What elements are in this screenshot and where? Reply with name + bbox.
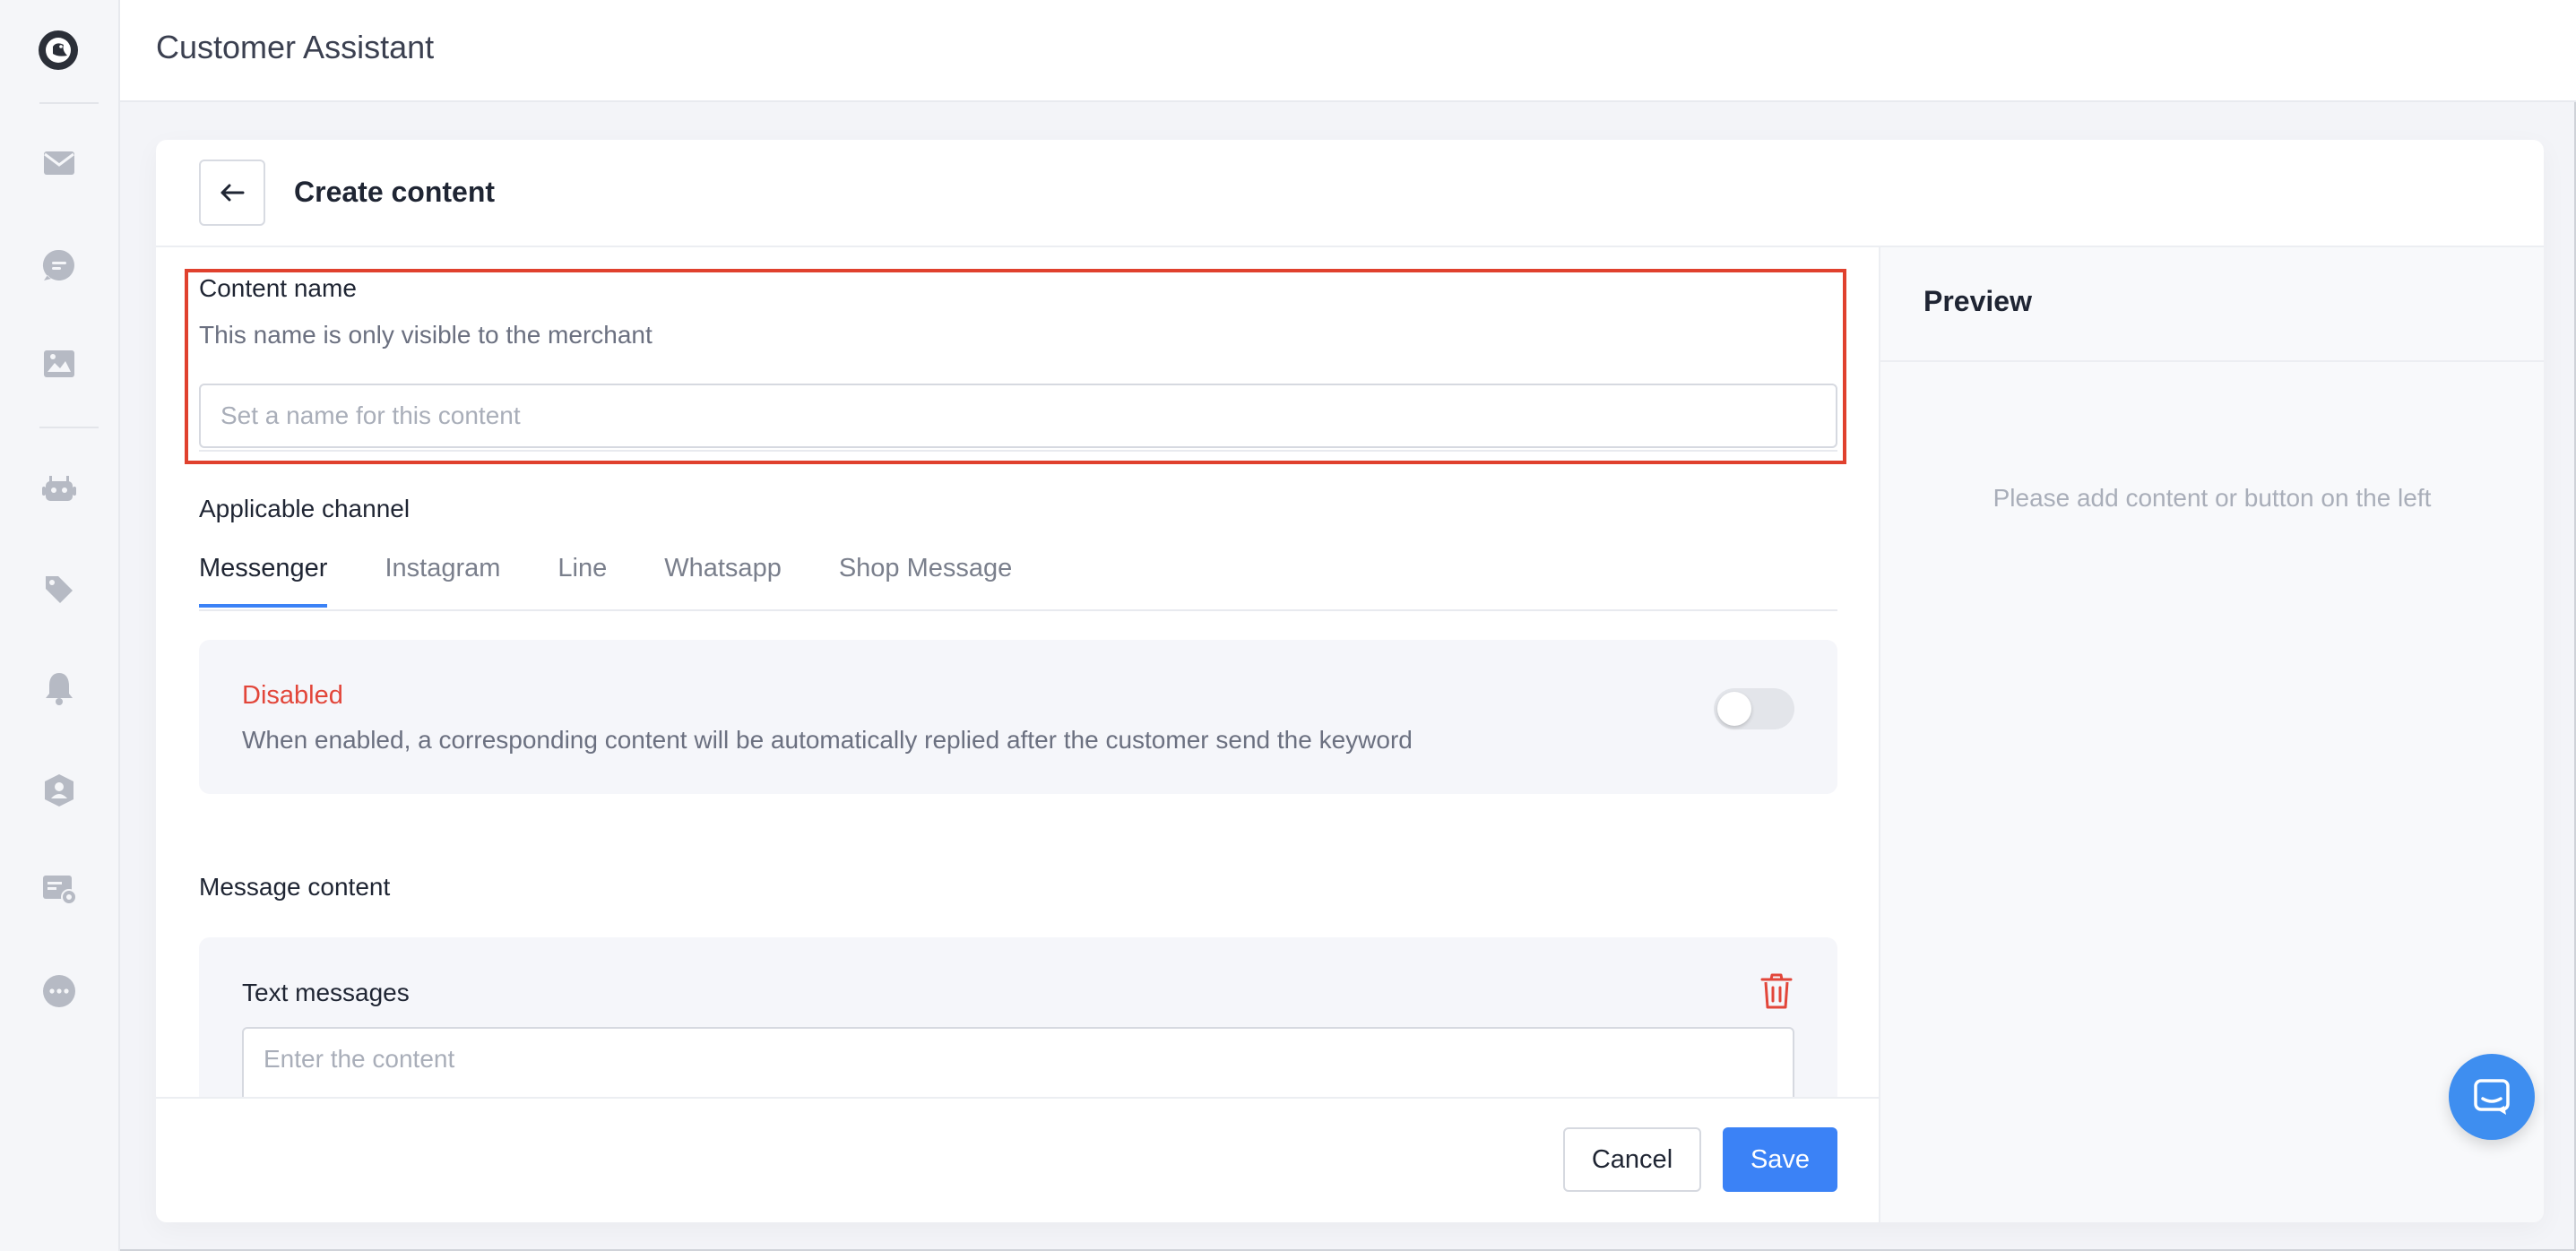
logo-icon[interactable]	[37, 29, 80, 72]
toggle-knob	[1717, 692, 1751, 726]
message-settings-icon[interactable]	[39, 869, 79, 909]
bell-icon[interactable]	[39, 669, 79, 708]
top-bar: Customer Assistant	[120, 0, 2576, 102]
tags-icon[interactable]	[39, 570, 79, 609]
preview-header: Preview	[1880, 247, 2544, 362]
sidebar	[0, 0, 120, 1251]
tab-shop-message[interactable]: Shop Message	[839, 554, 1012, 604]
sidebar-divider	[39, 427, 99, 428]
preview-panel: Preview Please add content or button on …	[1879, 247, 2544, 1222]
channel-tabs: Messenger Instagram Line Whatsapp Shop M…	[199, 554, 1069, 608]
back-button[interactable]	[199, 160, 265, 226]
section-divider	[199, 450, 1837, 452]
tab-line[interactable]: Line	[558, 554, 607, 604]
tab-messenger[interactable]: Messenger	[199, 554, 328, 608]
mail-icon[interactable]	[39, 143, 79, 183]
support-chat-button[interactable]	[2449, 1054, 2535, 1140]
content-name-input[interactable]	[199, 384, 1837, 448]
content-name-label: Content name	[199, 274, 357, 302]
cancel-button[interactable]: Cancel	[1563, 1127, 1701, 1192]
sidebar-divider	[39, 102, 99, 104]
auto-reply-toggle[interactable]	[1714, 688, 1794, 729]
user-shield-icon[interactable]	[39, 771, 79, 810]
chat-bubble-icon	[2474, 1079, 2510, 1115]
form-footer: Cancel Save	[156, 1097, 1879, 1222]
page-title: Create content	[294, 176, 496, 208]
message-content-label: Message content	[199, 873, 391, 901]
robot-icon[interactable]	[39, 470, 79, 509]
save-button[interactable]: Save	[1723, 1127, 1837, 1192]
content-name-hint: This name is only visible to the merchan…	[199, 321, 653, 349]
preview-empty-text: Please add content or button on the left	[1993, 484, 2432, 512]
arrow-left-icon	[220, 184, 245, 202]
text-messages-label: Text messages	[242, 979, 410, 1006]
create-content-card: Create content Content name This name is…	[156, 140, 2544, 1222]
trash-icon[interactable]	[1759, 971, 1794, 1011]
image-icon[interactable]	[39, 344, 79, 384]
tab-whatsapp[interactable]: Whatsapp	[664, 554, 782, 604]
more-icon[interactable]	[39, 971, 79, 1011]
tab-underline	[199, 609, 1837, 611]
content-form: Content name This name is only visible t…	[156, 247, 1879, 1222]
status-description: When enabled, a corresponding content wi…	[242, 726, 1413, 754]
card-header: Create content	[156, 140, 2544, 247]
auto-reply-panel: Disabled When enabled, a corresponding c…	[199, 640, 1837, 794]
tab-instagram[interactable]: Instagram	[385, 554, 500, 604]
status-label: Disabled	[242, 681, 343, 710]
chat-icon[interactable]	[39, 246, 79, 285]
preview-title: Preview	[1923, 285, 2032, 317]
app-title: Customer Assistant	[156, 29, 435, 65]
applicable-channel-label: Applicable channel	[199, 495, 411, 522]
